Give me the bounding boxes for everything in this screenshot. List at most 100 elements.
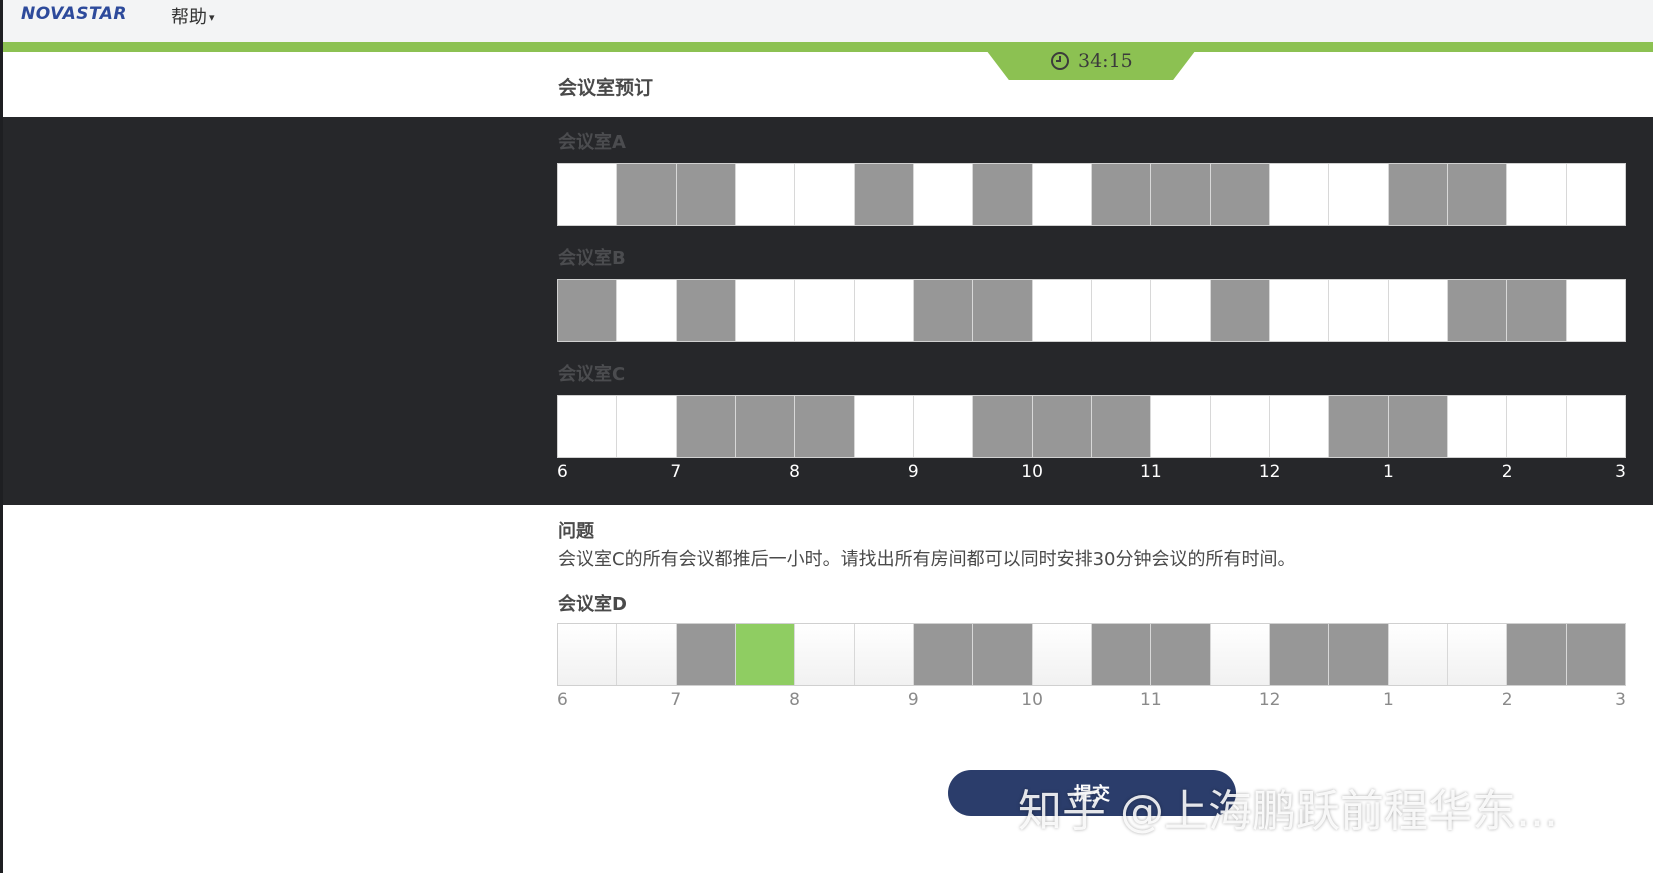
time-tick-label: 12 <box>1258 462 1281 482</box>
busy-slot[interactable] <box>676 624 736 685</box>
room-d-label: 会议室D <box>558 594 627 615</box>
free-slot <box>1151 280 1211 341</box>
free-slot[interactable] <box>1447 624 1508 685</box>
time-tick-label: 11 <box>1140 690 1162 710</box>
free-slot <box>1566 396 1625 457</box>
header-accent-bar <box>3 42 1653 52</box>
busy-slot <box>558 280 618 341</box>
time-tick-label: 9 <box>907 690 919 710</box>
free-slot[interactable] <box>854 624 914 685</box>
help-label: 帮助 <box>171 7 207 28</box>
busy-slot <box>795 396 855 457</box>
busy-slot[interactable] <box>973 624 1033 685</box>
free-slot[interactable] <box>617 624 677 685</box>
question-text: 会议室C的所有会议都推后一小时。请找出所有房间都可以同时安排30分钟会议的所有时… <box>558 549 1296 570</box>
busy-slot <box>973 396 1033 457</box>
free-slot <box>854 396 914 457</box>
busy-slot[interactable] <box>1329 624 1389 685</box>
time-tick-label: 3 <box>1615 690 1626 710</box>
free-slot <box>1329 164 1389 225</box>
busy-slot[interactable] <box>1507 624 1567 685</box>
free-slot <box>1566 164 1625 225</box>
free-slot[interactable] <box>1210 624 1270 685</box>
busy-slot <box>854 164 914 225</box>
busy-slot <box>1507 280 1567 341</box>
time-tick-label: 8 <box>789 690 800 710</box>
help-menu[interactable]: 帮助 ▾ <box>171 3 215 29</box>
free-slot <box>1151 396 1211 457</box>
time-tick-label: 10 <box>1021 462 1043 482</box>
busy-slot <box>1447 164 1508 225</box>
booked-slot[interactable] <box>735 624 796 685</box>
busy-slot <box>973 280 1033 341</box>
time-tick-label: 1 <box>1383 462 1394 482</box>
free-slot <box>617 396 677 457</box>
free-slot <box>795 164 855 225</box>
free-slot <box>913 164 974 225</box>
busy-slot <box>1210 280 1270 341</box>
free-slot <box>1269 396 1330 457</box>
free-slot <box>854 280 914 341</box>
busy-slot[interactable] <box>1151 624 1211 685</box>
free-slot <box>1447 396 1508 457</box>
time-axis-bottom: 6 7 8 9 10 11 12 1 2 3 <box>557 690 1626 712</box>
time-tick-label: 8 <box>789 462 800 482</box>
busy-slot[interactable] <box>1269 624 1330 685</box>
time-tick-label: 6 <box>557 690 568 710</box>
busy-slot <box>617 164 677 225</box>
free-slot[interactable] <box>1032 624 1092 685</box>
free-slot <box>1032 164 1092 225</box>
free-slot <box>1507 396 1567 457</box>
busy-slot <box>1329 396 1389 457</box>
top-nav-bar: NOVASTAR 帮助 ▾ <box>3 0 1653 42</box>
busy-slot <box>913 280 974 341</box>
caret-down-icon: ▾ <box>209 11 215 24</box>
room-a-label: 会议室A <box>558 132 626 153</box>
free-slot <box>735 164 796 225</box>
busy-slot <box>1091 396 1152 457</box>
timer-value: 34:15 <box>1078 50 1133 72</box>
time-tick-label: 12 <box>1258 690 1281 710</box>
time-tick-label: 11 <box>1140 462 1162 482</box>
time-tick-label: 9 <box>907 462 919 482</box>
busy-slot <box>1151 164 1211 225</box>
free-slot <box>1329 280 1389 341</box>
busy-slot[interactable] <box>913 624 974 685</box>
busy-slot <box>735 396 796 457</box>
time-tick-label: 3 <box>1615 462 1626 482</box>
free-slot <box>1388 280 1448 341</box>
busy-slot <box>1447 280 1508 341</box>
busy-slot <box>973 164 1033 225</box>
free-slot <box>617 280 677 341</box>
busy-slot <box>1091 164 1152 225</box>
busy-slot[interactable] <box>1091 624 1152 685</box>
free-slot <box>1507 164 1567 225</box>
free-slot[interactable] <box>795 624 855 685</box>
free-slot <box>1210 396 1270 457</box>
time-tick-label: 7 <box>670 462 682 482</box>
room-c-label: 会议室C <box>558 364 626 385</box>
free-slot <box>1269 280 1330 341</box>
busy-slot <box>676 280 736 341</box>
zhihu-watermark: 知乎 @上海鹏跃前程华东... <box>1018 786 1558 837</box>
clock-icon <box>1050 51 1070 71</box>
logo-text: NOVASTAR <box>21 4 127 24</box>
busy-slot <box>1388 396 1448 457</box>
free-slot[interactable] <box>1388 624 1448 685</box>
free-slot <box>558 396 618 457</box>
free-slot <box>1566 280 1625 341</box>
free-slot <box>1032 280 1092 341</box>
countdown-timer: 34:15 <box>1050 50 1133 72</box>
free-slot[interactable] <box>558 624 618 685</box>
free-slot <box>1091 280 1152 341</box>
busy-slot <box>676 164 736 225</box>
time-axis-top: 6 7 8 9 10 11 12 1 2 3 <box>557 462 1626 484</box>
free-slot <box>913 396 974 457</box>
free-slot <box>558 164 618 225</box>
room-c-schedule <box>557 395 1626 458</box>
time-tick-label: 2 <box>1501 690 1513 710</box>
time-tick-label: 7 <box>670 690 682 710</box>
room-b-schedule <box>557 279 1626 342</box>
free-slot <box>735 280 796 341</box>
busy-slot[interactable] <box>1566 624 1625 685</box>
